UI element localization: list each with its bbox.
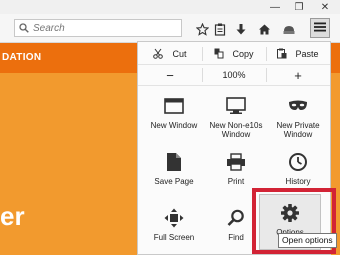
zoom-reset-button[interactable]: 100% bbox=[204, 65, 264, 85]
zoom-out-button[interactable]: − bbox=[142, 65, 198, 85]
title-bar: — ❐ ✕ bbox=[0, 0, 340, 14]
extension-icon[interactable] bbox=[281, 21, 297, 37]
navigation-toolbar: Search bbox=[0, 14, 340, 43]
bookmark-star-icon[interactable] bbox=[194, 21, 210, 37]
cut-button[interactable]: Cut bbox=[142, 44, 198, 64]
search-icon bbox=[15, 20, 33, 36]
copy-button[interactable]: Copy bbox=[204, 44, 264, 64]
new-private-window-label: New Private Window bbox=[276, 121, 320, 139]
edit-controls-row: Cut Copy Paste bbox=[138, 44, 330, 65]
download-icon[interactable] bbox=[233, 21, 249, 37]
restore-button[interactable]: ❐ bbox=[286, 0, 312, 14]
save-page-label: Save Page bbox=[154, 177, 194, 186]
new-private-window-button[interactable]: New Private Window bbox=[266, 89, 330, 145]
zoom-controls-row: − 100% + bbox=[138, 65, 330, 86]
options-tooltip: Open options bbox=[278, 233, 337, 248]
full-screen-button[interactable]: Full Screen bbox=[142, 201, 206, 257]
new-non-e10s-window-button[interactable]: New Non-e10s Window bbox=[204, 89, 268, 145]
history-label: History bbox=[285, 177, 311, 186]
full-screen-label: Full Screen bbox=[153, 233, 195, 242]
save-page-icon bbox=[142, 151, 206, 173]
scissors-icon bbox=[153, 48, 164, 61]
printer-icon bbox=[204, 151, 268, 173]
hamburger-menu-icon bbox=[314, 19, 326, 37]
close-window-button[interactable]: ✕ bbox=[312, 0, 338, 14]
new-window-button[interactable]: New Window bbox=[142, 89, 206, 145]
zoom-in-button[interactable]: + bbox=[268, 65, 328, 85]
history-clock-icon bbox=[266, 151, 330, 173]
search-placeholder: Search bbox=[33, 22, 65, 34]
banner-text: DATION bbox=[2, 52, 42, 63]
fullscreen-icon bbox=[142, 207, 206, 229]
paste-label: Paste bbox=[295, 49, 319, 59]
copy-label: Copy bbox=[232, 49, 254, 59]
paste-button[interactable]: Paste bbox=[268, 44, 328, 64]
print-label: Print bbox=[227, 177, 245, 186]
save-page-button[interactable]: Save Page bbox=[142, 145, 206, 201]
search-box[interactable]: Search bbox=[14, 19, 182, 37]
home-icon[interactable] bbox=[256, 21, 272, 37]
new-window-label: New Window bbox=[150, 121, 198, 130]
minimize-button[interactable]: — bbox=[262, 0, 288, 14]
new-window-icon bbox=[142, 95, 206, 117]
copy-icon bbox=[214, 48, 224, 61]
cut-label: Cut bbox=[172, 49, 187, 59]
monitor-icon bbox=[204, 95, 268, 117]
reading-list-icon[interactable] bbox=[212, 21, 228, 37]
open-menu-button[interactable] bbox=[310, 18, 330, 38]
paste-icon bbox=[277, 48, 287, 61]
private-mask-icon bbox=[266, 95, 330, 117]
new-non-e10s-window-label: New Non-e10s Window bbox=[209, 121, 263, 139]
page-heading-fragment: er bbox=[0, 201, 25, 231]
